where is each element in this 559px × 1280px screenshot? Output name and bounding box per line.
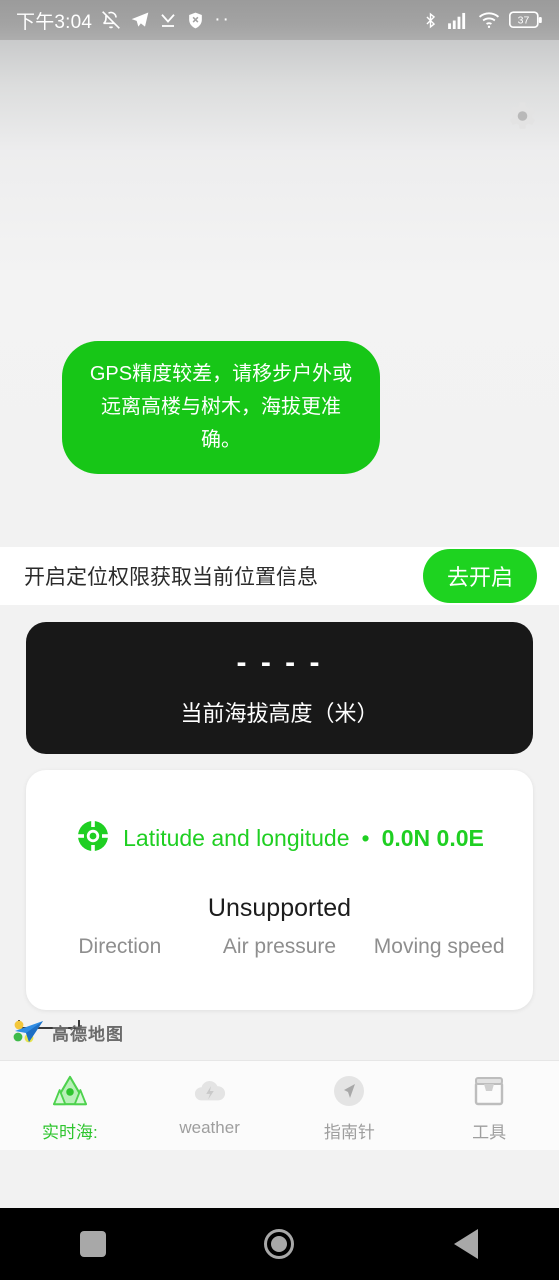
nav-label-altitude: 实时海: [42,1123,98,1142]
nav-label-compass: 指南针 [323,1123,375,1142]
nav-item-weather[interactable]: weather [140,1071,280,1138]
nav-item-altitude[interactable]: 实时海: [0,1071,140,1143]
circle-home-icon [264,1229,295,1259]
nav-label-tools: 工具 [472,1123,507,1142]
info-card: Latitude and longitude • 0.0N 0.0E Unsup… [26,770,533,1010]
amap-label: 高德地图 [52,1024,124,1044]
altitude-value: - - - - [236,646,323,679]
cloud-lightning-icon [190,1071,230,1111]
triangle-back-icon [453,1229,478,1259]
latlon-row[interactable]: Latitude and longitude • 0.0N 0.0E [26,818,533,859]
more-dots-icon: ·· [214,9,231,30]
status-bar-clock: 下午3:04 [16,11,93,33]
location-permission-banner: 开启定位权限获取当前位置信息 去开启 [0,547,559,605]
bell-muted-icon [101,10,121,30]
cellular-signal-icon [448,12,469,29]
mountain-icon [50,1071,90,1111]
gps-accuracy-toast: GPS精度较差，请移步户外或远离高楼与树木，海拔更准确。 [62,341,380,474]
status-bar-left: 下午3:04 ·· [16,7,422,34]
status-bar-right: 37 [422,11,543,30]
latlon-value: 0.0N 0.0E [381,825,484,851]
enable-location-button[interactable]: 去开启 [422,549,537,603]
download-complete-icon [159,11,177,29]
sensor-status: Unsupported [207,894,352,922]
altitude-card: - - - - 当前海拔高度（米） [26,622,533,754]
amap-logo-icon [12,1018,46,1046]
latlon-label: Latitude and longitude [123,825,350,851]
bottom-navigation: 实时海: weather 指南针 工具 [0,1060,559,1150]
permission-message: 开启定位权限获取当前位置信息 [24,566,318,589]
telegram-icon [130,10,150,30]
phone-screen: 下午3:04 ·· 37 GPS精度较差，请移步户外或远离高楼与树木，海拔更准确… [0,0,559,1280]
metric-moving-speed: Moving speed [373,935,505,958]
shield-off-icon [186,11,205,30]
home-button[interactable] [186,1229,372,1259]
toast-message: GPS精度较差，请移步户外或远离高楼与树木，海拔更准确。 [89,363,353,451]
metric-air-pressure: Air pressure [222,935,337,958]
compass-icon [329,1071,369,1111]
bluetooth-icon [422,11,439,30]
svg-text:37: 37 [518,15,530,27]
back-button[interactable] [373,1229,559,1259]
toolbox-icon [469,1071,509,1111]
nav-item-tools[interactable]: 工具 [419,1071,559,1143]
status-bar: 下午3:04 ·· 37 [0,0,559,40]
square-recents-icon [80,1231,107,1257]
gear-icon[interactable] [503,98,539,134]
nav-label-weather: weather [179,1118,240,1137]
map-canvas[interactable]: GPS精度较差，请移步户外或远离高楼与树木，海拔更准确。 [0,40,559,548]
wifi-icon [478,11,500,29]
recents-button[interactable] [0,1231,186,1257]
metric-direction: Direction [78,935,162,958]
amap-attribution: 高德地图 [12,1018,124,1046]
gps-target-icon [75,818,111,859]
latlon-separator: • [361,825,370,851]
nav-item-compass[interactable]: 指南针 [280,1071,420,1143]
metrics-row: Direction Air pressure Moving speed [26,935,533,959]
android-navigation-bar [0,1208,559,1280]
altitude-label: 当前海拔高度（米） [180,701,379,726]
battery-icon: 37 [509,11,543,29]
